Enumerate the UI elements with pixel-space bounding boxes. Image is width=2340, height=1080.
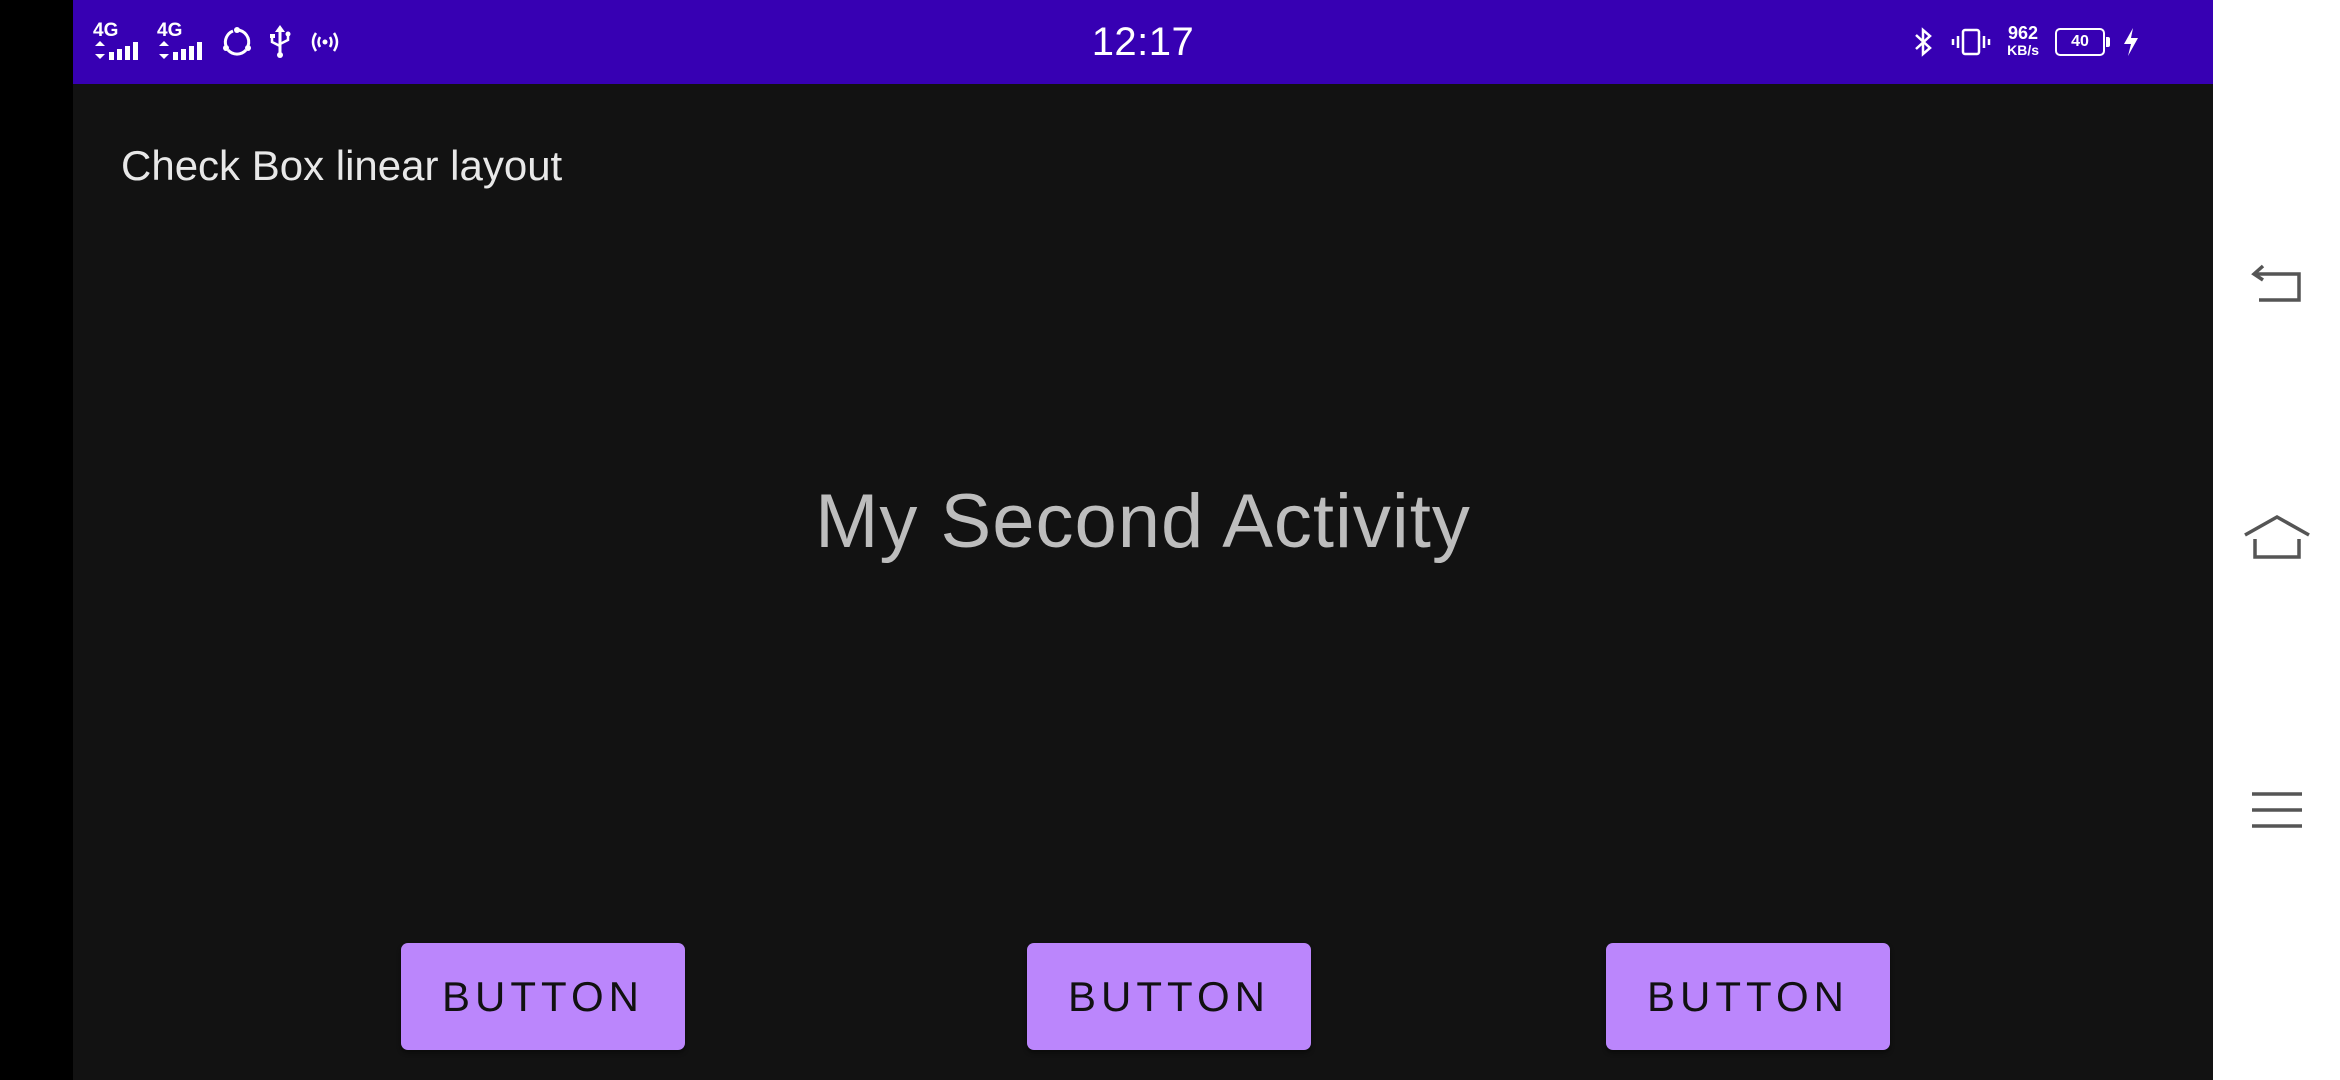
- activity-heading: My Second Activity: [815, 479, 1471, 564]
- network-speed-value: 962: [2008, 23, 2039, 43]
- battery-level: 40: [2071, 33, 2089, 50]
- navigation-bar: [2213, 0, 2340, 1080]
- app-title: Check Box linear layout: [121, 142, 563, 189]
- battery-icon: 40: [2055, 28, 2110, 56]
- network-speed: 962 KB/s: [2007, 23, 2039, 59]
- menu-button[interactable]: [2213, 750, 2340, 870]
- charging-icon: [2124, 28, 2138, 56]
- back-icon: [2250, 264, 2301, 302]
- status-right-icons: 962 KB/s 40: [1913, 0, 2141, 84]
- back-button[interactable]: [2213, 225, 2340, 345]
- clock: 12:17: [1091, 20, 1195, 64]
- vibrate-icon: [1951, 28, 1991, 56]
- network-speed-unit: KB/s: [2007, 42, 2039, 58]
- status-bar: 4G 4G 12:17 962 KB/s 40: [73, 0, 2213, 84]
- button-2[interactable]: BUTTON: [1027, 943, 1311, 1050]
- display-cutout: [0, 0, 73, 1080]
- button-1[interactable]: BUTTON: [401, 943, 685, 1050]
- bluetooth-icon: [1915, 27, 1932, 57]
- button-3[interactable]: BUTTON: [1606, 943, 1890, 1050]
- app-screen: 4G 4G 12:17 962 KB/s 40 Check Box linear…: [73, 0, 2213, 1080]
- menu-icon: [2251, 792, 2302, 828]
- home-icon: [2243, 514, 2310, 559]
- home-button[interactable]: [2213, 478, 2340, 598]
